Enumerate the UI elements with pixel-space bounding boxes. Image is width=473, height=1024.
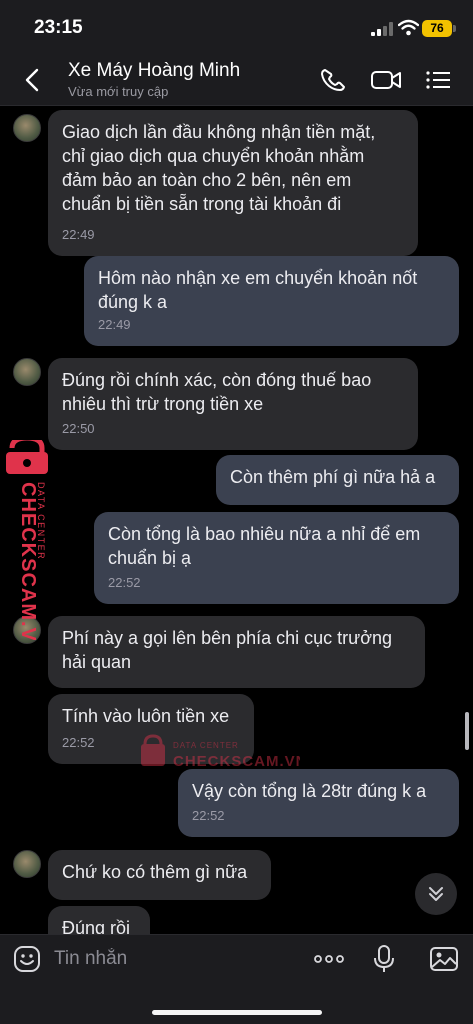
chat-header: Xe Máy Hoàng Minh Vừa mới truy cập: [0, 54, 473, 106]
composer-bar: [0, 934, 473, 1024]
message-bubble-incoming[interactable]: Đúng rồi chính xác, còn đóng thuế bao nh…: [48, 358, 418, 450]
message-time: 22:49: [62, 227, 95, 242]
message-list[interactable]: Giao dịch lần đầu không nhận tiền mặt, c…: [0, 106, 473, 934]
message-text-line: Tính vào luôn tiền xe: [62, 706, 230, 726]
message-time: 22:50: [62, 421, 95, 436]
chevron-down-icon: [429, 887, 443, 901]
image-icon[interactable]: [429, 945, 459, 973]
more-icon[interactable]: [312, 945, 346, 973]
cellular-signal-icon: [371, 22, 393, 36]
message-text-line: Chứ ko có thêm gì nữa: [62, 862, 248, 882]
message-input[interactable]: [54, 945, 294, 973]
message-text-line: chuẩn bị tiền sẵn trong tài khoản đi: [62, 194, 342, 214]
message-text-line: đảm bảo an toàn cho 2 bên, nên em: [62, 170, 352, 190]
message-text-line: Còn tổng là bao nhiêu nữa a nhỉ để em: [108, 524, 421, 544]
message-text-line: đúng k a: [98, 292, 168, 312]
emoji-icon[interactable]: [13, 945, 41, 973]
scrollbar[interactable]: [465, 712, 469, 750]
contact-avatar[interactable]: [13, 114, 41, 142]
message-bubble-incoming[interactable]: Phí này a gọi lên bên phía chi cục trưởn…: [48, 616, 425, 688]
status-time: 23:15: [34, 17, 83, 38]
scroll-to-bottom-button[interactable]: [415, 873, 457, 915]
watermark-tag: DATA CENTER: [173, 741, 239, 750]
contact-name[interactable]: Xe Máy Hoàng Minh: [68, 60, 240, 82]
message-bubble-incoming[interactable]: Giao dịch lần đầu không nhận tiền mặt, c…: [48, 110, 418, 256]
message-text-line: chuẩn bị ạ: [108, 548, 192, 568]
message-time: 22:52: [62, 735, 95, 750]
contact-avatar[interactable]: [13, 358, 41, 386]
message-text-line: Còn thêm phí gì nữa hả a: [230, 467, 436, 487]
watermark-tag: DATA CENTER: [36, 482, 46, 560]
message-text-line: Đúng rồi: [62, 918, 131, 934]
message-time: 22:49: [98, 317, 131, 332]
message-text-line: Phí này a gọi lên bên phía chi cục trưởn…: [62, 628, 393, 648]
message-bubble-outgoing[interactable]: Vậy còn tổng là 28tr đúng k a 22:52: [178, 769, 459, 837]
contact-avatar[interactable]: [13, 850, 41, 878]
microphone-icon[interactable]: [372, 945, 396, 973]
wifi-icon: [398, 19, 419, 36]
battery-tip: [453, 25, 456, 32]
home-indicator[interactable]: [152, 1010, 322, 1015]
padlock-icon: [6, 440, 48, 474]
message-text-line: Đúng rồi chính xác, còn đóng thuế bao: [62, 370, 372, 390]
message-bubble-outgoing[interactable]: Còn tổng là bao nhiêu nữa a nhỉ để em ch…: [94, 512, 459, 604]
message-text-line: Vậy còn tổng là 28tr đúng k a: [192, 781, 427, 801]
last-seen-status: Vừa mới truy cập: [68, 84, 169, 99]
message-bubble-incoming[interactable]: Chứ ko có thêm gì nữa: [48, 850, 271, 900]
message-text-line: Giao dịch lần đầu không nhận tiền mặt,: [62, 122, 376, 142]
video-call-icon[interactable]: [370, 66, 402, 94]
message-text-line: Hôm nào nhận xe em chuyển khoản nốt: [98, 268, 418, 288]
message-text-line: nhiêu thì trừ trong tiền xe: [62, 394, 264, 414]
message-time: 22:52: [192, 808, 225, 823]
phone-icon[interactable]: [318, 66, 348, 94]
message-text-line: hải quan: [62, 652, 132, 672]
watermark-checkscam-vertical: CHECKSCAM.VN DATA CENTER: [6, 440, 48, 640]
message-time: 22:52: [108, 575, 141, 590]
battery-level: 76: [422, 20, 452, 37]
message-bubble-outgoing[interactable]: Còn thêm phí gì nữa hả a: [216, 455, 459, 505]
message-bubble-outgoing[interactable]: Hôm nào nhận xe em chuyển khoản nốt đúng…: [84, 256, 459, 346]
watermark-checkscam-center: DATA CENTER CHECKSCAM.VN: [141, 734, 300, 770]
watermark-brand: CHECKSCAM.VN: [17, 482, 39, 640]
menu-list-icon[interactable]: [424, 66, 454, 94]
back-chevron-icon[interactable]: [20, 66, 46, 94]
padlock-icon: [141, 734, 165, 766]
status-bar: 23:15 76: [0, 0, 473, 54]
message-bubble-incoming[interactable]: Đúng rồi: [48, 906, 150, 934]
watermark-brand: CHECKSCAM.VN: [173, 753, 300, 770]
message-text-line: chỉ giao dịch qua chuyển khoản nhằm: [62, 146, 365, 166]
